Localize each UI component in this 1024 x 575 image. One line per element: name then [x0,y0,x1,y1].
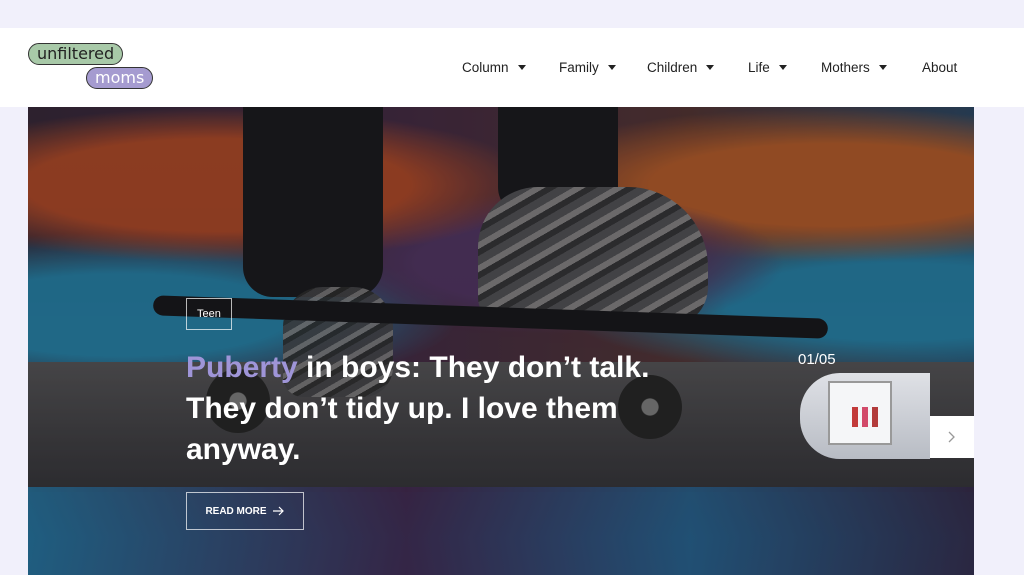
nav-item-children[interactable]: Children [647,60,715,75]
thumbnail-figure [872,407,878,427]
read-more-button[interactable]: READ MORE [186,492,304,530]
title-accent: Puberty [186,351,298,384]
nav-item-label: About [922,60,958,75]
nav-item-family[interactable]: Family [559,60,616,75]
nav-item-label: Column [462,60,509,75]
thumbnail-image [828,381,892,445]
caret-down-icon [706,65,715,70]
caret-down-icon [778,65,787,70]
caret-down-icon [517,65,526,70]
nav-item-life[interactable]: Life [748,60,787,75]
nav-item-label: Family [559,60,599,75]
next-slide-button[interactable] [930,416,974,458]
logo-word-unfiltered: unfiltered [28,43,124,65]
site-logo[interactable]: unfiltered moms [28,42,158,94]
article-title[interactable]: Puberty in boys: They don’t talk. They d… [186,347,706,470]
nav-item-label: Mothers [821,60,870,75]
site-header: unfiltered moms Column Family Children L… [0,28,1024,107]
category-badge[interactable]: Teen [186,298,232,330]
next-slide-thumbnail[interactable] [800,373,930,459]
read-more-label: READ MORE [205,505,267,517]
caret-down-icon [607,65,616,70]
nav-item-label: Life [748,60,770,75]
nav-item-mothers[interactable]: Mothers [821,60,887,75]
chevron-right-icon [948,431,955,443]
hero-overlay [28,107,974,575]
thumbnail-figure [852,407,858,427]
nav-item-column[interactable]: Column [462,60,526,75]
arrow-right-icon [272,506,284,516]
nav-item-about[interactable]: About [922,60,957,75]
logo-word-moms: moms [86,67,154,89]
caret-down-icon [878,65,887,70]
thumbnail-figure [862,407,868,427]
nav-item-label: Children [647,60,698,75]
hero-slider: Teen Puberty in boys: They don’t talk. T… [28,107,974,575]
slide-counter: 01/05 [798,351,836,368]
